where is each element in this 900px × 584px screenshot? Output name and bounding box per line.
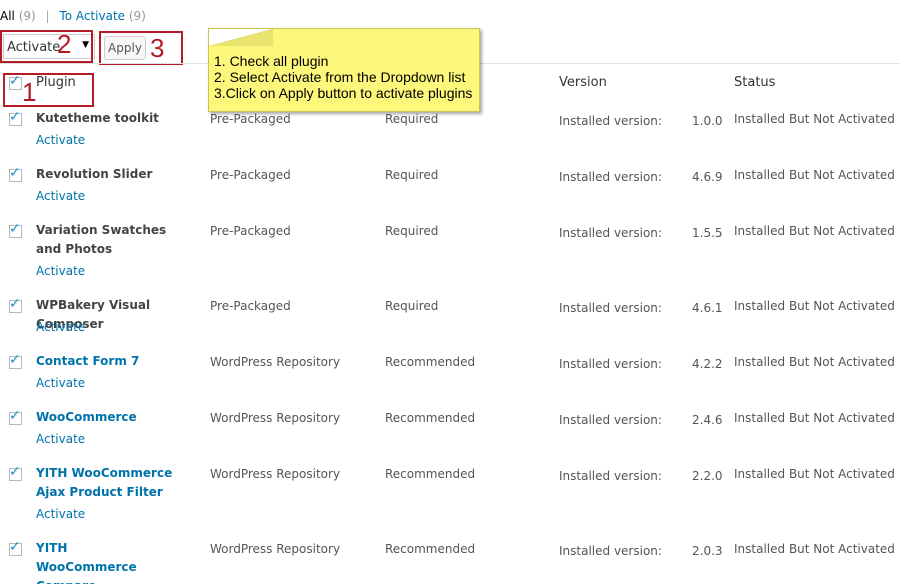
- plugin-status: Installed But Not Activated: [734, 467, 895, 481]
- row-checkbox[interactable]: ✓: [9, 464, 22, 481]
- plugin-type: Required: [385, 224, 439, 238]
- plugin-source: WordPress Repository: [210, 355, 341, 369]
- plugin-status: Installed But Not Activated: [734, 224, 895, 238]
- view-all-link[interactable]: All: [0, 9, 15, 23]
- installed-version: 4.6.1: [692, 301, 723, 315]
- installed-version-label: Installed version:: [559, 544, 662, 558]
- plugin-source: Pre-Packaged: [210, 224, 291, 238]
- plugin-name-link[interactable]: Contact Form 7: [36, 352, 196, 371]
- installed-version: 4.2.2: [692, 357, 723, 371]
- checkmark-icon: ✓: [9, 296, 21, 312]
- checkmark-icon: ✓: [9, 352, 21, 368]
- installed-version-label: Installed version:: [559, 357, 662, 371]
- checkmark-icon: ✓: [9, 464, 21, 480]
- view-separator: |: [45, 9, 50, 23]
- callout-line-3: 3.Click on Apply button to activate plug…: [214, 85, 473, 101]
- column-header-version: Version: [559, 75, 607, 90]
- installed-version-label: Installed version:: [559, 469, 662, 483]
- installed-version-label: Installed version:: [559, 226, 662, 240]
- row-checkbox[interactable]: ✓: [9, 296, 22, 313]
- plugin-source: Pre-Packaged: [210, 168, 291, 182]
- activate-link[interactable]: Activate: [36, 264, 85, 278]
- plugin-name-link[interactable]: YITH WooCommerce Ajax Product Filter: [36, 464, 181, 502]
- installed-version-label: Installed version:: [559, 114, 662, 128]
- installed-version: 1.0.0: [692, 114, 723, 128]
- annotation-number-2: 2: [57, 29, 72, 59]
- installed-version: 1.5.5: [692, 226, 723, 240]
- plugin-status: Installed But Not Activated: [734, 299, 895, 313]
- plugin-name-link[interactable]: YITH WooCommerce Compare: [36, 539, 166, 584]
- row-checkbox[interactable]: ✓: [9, 109, 22, 126]
- plugin-view-filters: All (9) | To Activate (9): [0, 9, 146, 23]
- view-to-activate-link[interactable]: To Activate: [59, 9, 125, 23]
- installed-version: 4.6.9: [692, 170, 723, 184]
- callout-folded-corner: [209, 29, 273, 46]
- activate-link[interactable]: Activate: [36, 189, 85, 203]
- plugin-type: Recommended: [385, 411, 476, 425]
- checkmark-icon: ✓: [9, 221, 21, 237]
- installed-version-label: Installed version:: [559, 301, 662, 315]
- plugin-status: Installed But Not Activated: [734, 542, 895, 556]
- plugin-source: WordPress Repository: [210, 411, 341, 425]
- annotation-number-3: 3: [150, 33, 165, 63]
- view-to-activate-count: (9): [128, 9, 146, 23]
- plugin-source: WordPress Repository: [210, 467, 341, 481]
- activate-link[interactable]: Activate: [36, 376, 85, 390]
- plugin-type: Required: [385, 168, 439, 182]
- plugin-name-link[interactable]: WooCommerce: [36, 408, 196, 427]
- annotation-box-apply: [99, 31, 183, 65]
- plugin-status: Installed But Not Activated: [734, 411, 895, 425]
- callout-line-1: 1. Check all plugin: [214, 53, 329, 69]
- plugin-status: Installed But Not Activated: [734, 168, 895, 182]
- installed-version: 2.4.6: [692, 413, 723, 427]
- checkmark-icon: ✓: [9, 165, 21, 181]
- annotation-box-dropdown: [0, 30, 93, 63]
- plugin-type: Recommended: [385, 467, 476, 481]
- activate-link[interactable]: Activate: [36, 133, 85, 147]
- column-header-plugin[interactable]: Plugin: [36, 75, 76, 90]
- plugin-name: Kutetheme toolkit: [36, 111, 159, 125]
- plugin-type: Required: [385, 299, 439, 313]
- installed-version: 2.2.0: [692, 469, 723, 483]
- activate-link[interactable]: Activate: [36, 320, 85, 334]
- plugin-source: Pre-Packaged: [210, 299, 291, 313]
- row-checkbox[interactable]: ✓: [9, 352, 22, 369]
- plugin-name: Variation Swatches and Photos: [36, 223, 167, 256]
- column-header-status: Status: [734, 75, 776, 90]
- plugin-status: Installed But Not Activated: [734, 112, 895, 126]
- plugin-type: Recommended: [385, 355, 476, 369]
- annotation-number-1: 1: [22, 77, 37, 107]
- checkmark-icon: ✓: [9, 408, 21, 424]
- instruction-callout: 1. Check all plugin 2. Select Activate f…: [208, 28, 480, 112]
- view-all-count: (9): [18, 9, 36, 23]
- installed-version-label: Installed version:: [559, 170, 662, 184]
- plugin-type: Recommended: [385, 542, 476, 556]
- checkmark-icon: ✓: [9, 539, 21, 555]
- checkmark-icon: ✓: [9, 109, 21, 125]
- row-checkbox[interactable]: ✓: [9, 539, 22, 556]
- installed-version-label: Installed version:: [559, 413, 662, 427]
- plugin-type: Required: [385, 112, 439, 126]
- row-checkbox[interactable]: ✓: [9, 408, 22, 425]
- plugin-name: Revolution Slider: [36, 167, 153, 181]
- callout-line-2: 2. Select Activate from the Dropdown lis…: [214, 69, 466, 85]
- activate-link[interactable]: Activate: [36, 432, 85, 446]
- plugin-source: WordPress Repository: [210, 542, 341, 556]
- activate-link[interactable]: Activate: [36, 507, 85, 521]
- plugin-source: Pre-Packaged: [210, 112, 291, 126]
- installed-version: 2.0.3: [692, 544, 723, 558]
- plugin-status: Installed But Not Activated: [734, 355, 895, 369]
- row-checkbox[interactable]: ✓: [9, 221, 22, 238]
- row-checkbox[interactable]: ✓: [9, 165, 22, 182]
